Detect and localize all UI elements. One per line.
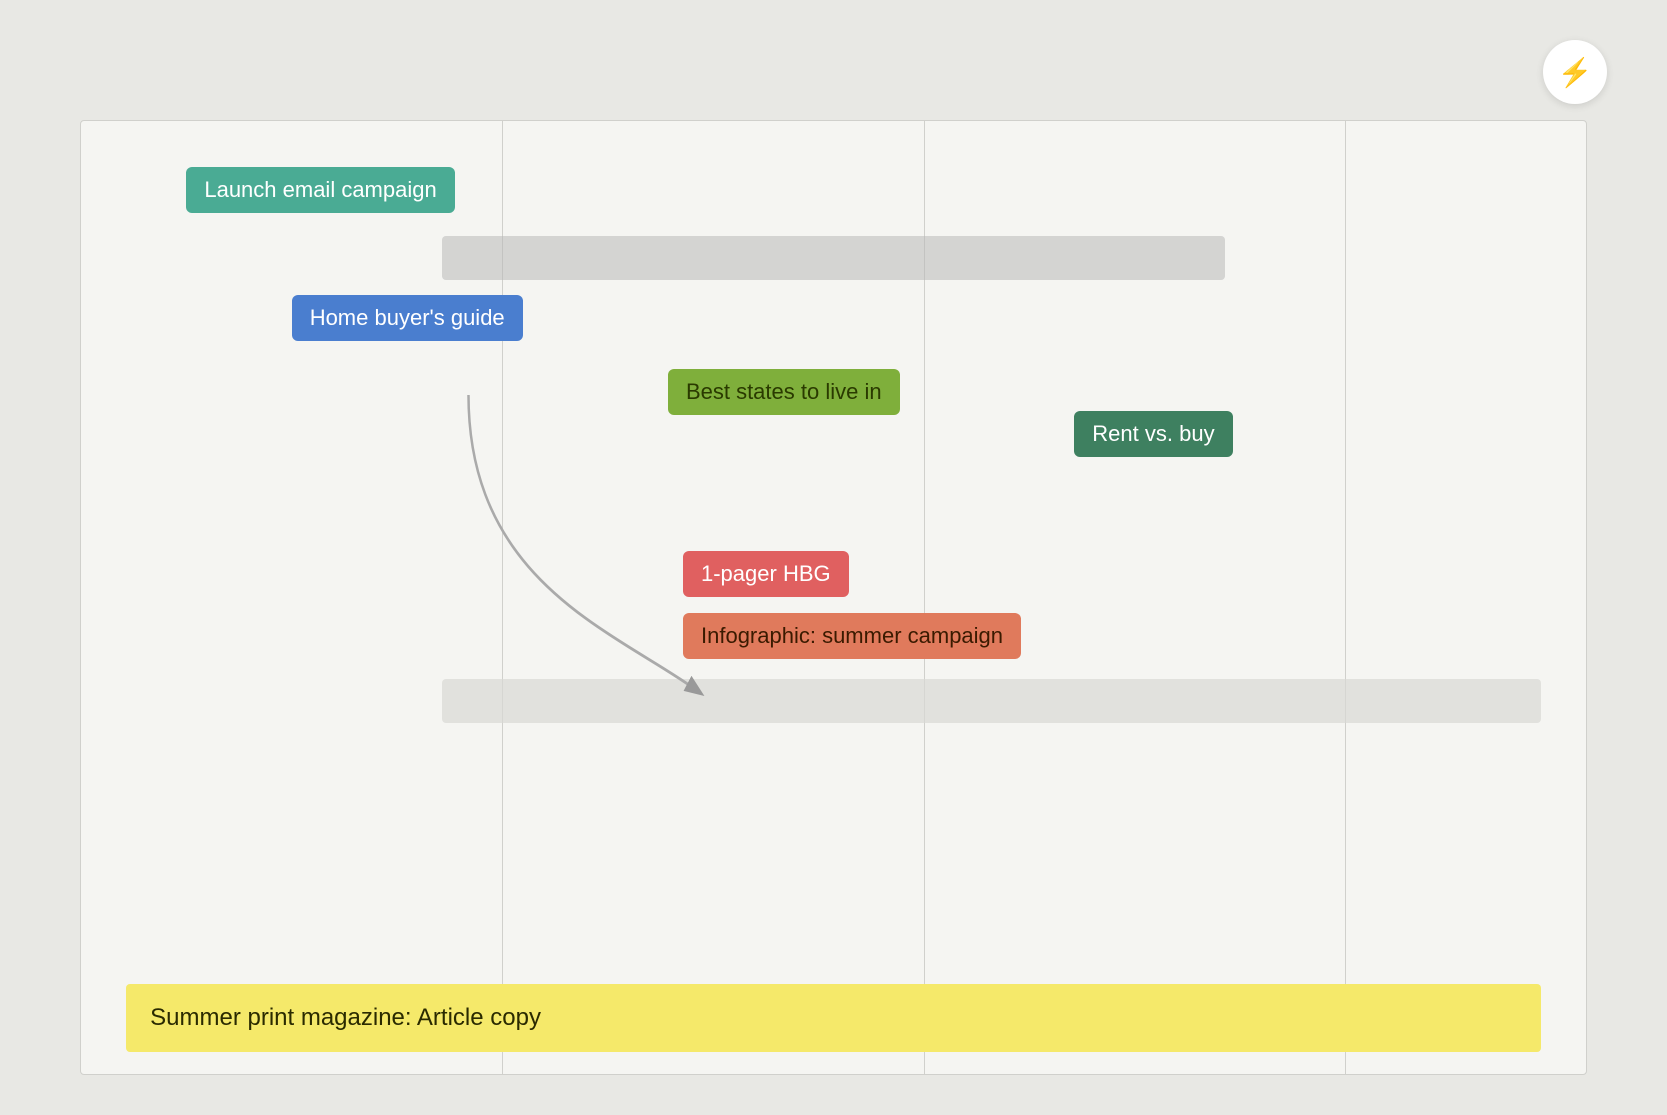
tag-infographic[interactable]: Infographic: summer campaign	[683, 613, 1021, 659]
bolt-icon: ⚡	[1558, 56, 1593, 89]
tag-summer-print[interactable]: Summer print magazine: Article copy	[126, 984, 1541, 1052]
tag-rent-vs-buy[interactable]: Rent vs. buy	[1074, 411, 1232, 457]
tag-best-states[interactable]: Best states to live in	[668, 369, 900, 415]
tag-one-pager[interactable]: 1-pager HBG	[683, 551, 849, 597]
main-canvas: Launch email campaign Home buyer's guide…	[80, 120, 1587, 1075]
tag-home-buyers[interactable]: Home buyer's guide	[292, 295, 523, 341]
grey-bar-top	[442, 236, 1225, 280]
grid-line-3	[1345, 121, 1346, 1074]
tag-launch-email[interactable]: Launch email campaign	[186, 167, 454, 213]
grey-bar-bottom	[442, 679, 1541, 723]
bolt-button[interactable]: ⚡	[1543, 40, 1607, 104]
